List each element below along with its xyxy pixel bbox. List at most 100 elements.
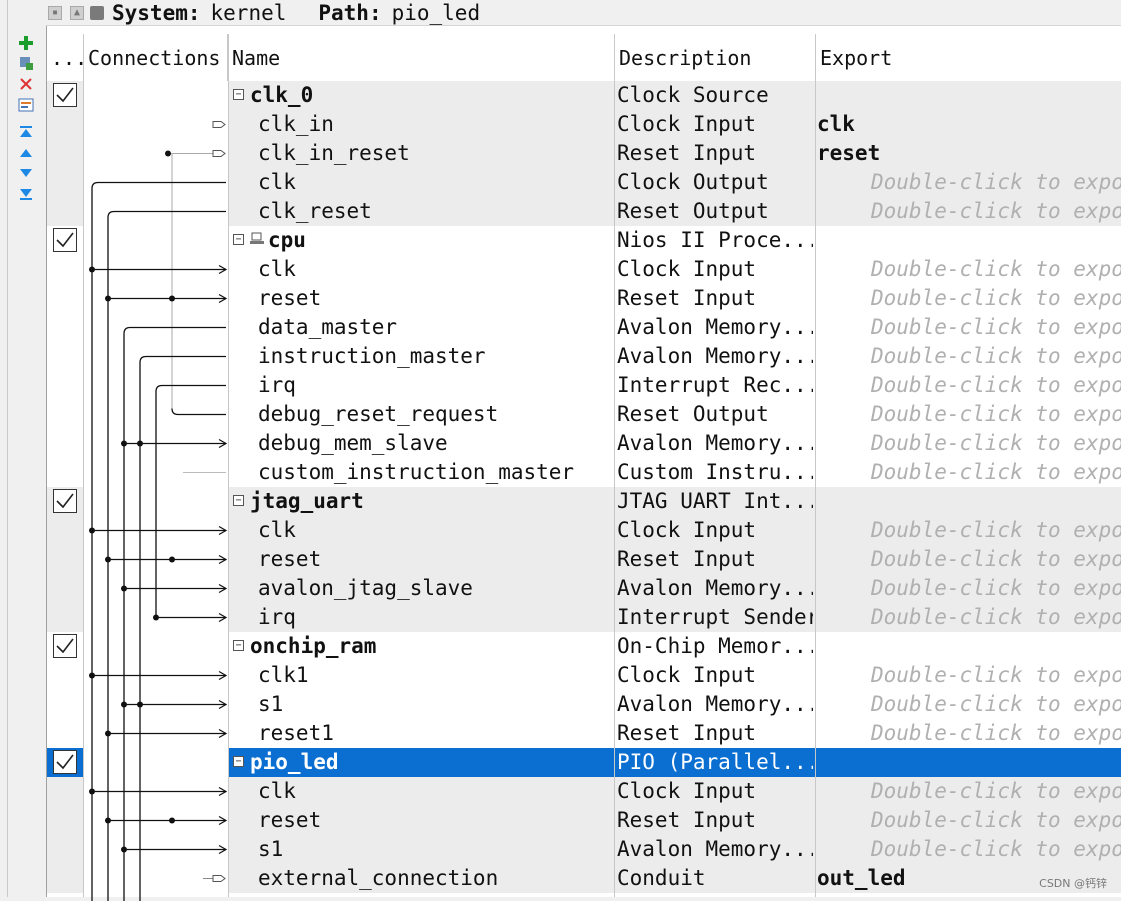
connection-dot[interactable] xyxy=(105,556,111,563)
export-cell[interactable]: Double-click to expo xyxy=(871,661,1121,690)
name-cell[interactable]: reset xyxy=(258,545,321,574)
move-up-icon[interactable] xyxy=(17,144,35,162)
name-cell[interactable]: s1 xyxy=(258,835,283,864)
name-cell[interactable]: clk_in_reset xyxy=(258,139,410,168)
export-cell[interactable]: Double-click to expo xyxy=(871,516,1121,545)
export-cell[interactable] xyxy=(817,81,1117,110)
export-cell[interactable]: Double-click to expo xyxy=(871,313,1121,342)
remove-icon[interactable] xyxy=(17,75,35,93)
export-cell[interactable]: Double-click to expo xyxy=(871,255,1121,284)
connections-graph[interactable] xyxy=(83,81,228,901)
connection-dot[interactable] xyxy=(89,266,95,273)
name-cell[interactable]: reset1 xyxy=(258,719,334,748)
name-cell[interactable]: − onchip_ram xyxy=(233,632,376,661)
export-cell[interactable]: Double-click to expo xyxy=(871,574,1121,603)
add-icon[interactable] xyxy=(17,34,35,52)
connection-dot[interactable] xyxy=(89,788,95,795)
name-cell[interactable]: clk_in xyxy=(258,110,334,139)
connection-dot[interactable] xyxy=(165,150,171,157)
use-checkbox[interactable] xyxy=(53,750,77,774)
import-icon[interactable] xyxy=(17,54,35,72)
use-checkbox[interactable] xyxy=(53,634,77,658)
export-cell[interactable] xyxy=(817,226,1117,255)
use-checkbox[interactable] xyxy=(53,83,77,107)
move-top-icon[interactable] xyxy=(17,123,35,141)
connection-dot[interactable] xyxy=(105,817,111,824)
connection-dot[interactable] xyxy=(105,295,111,302)
name-cell[interactable]: clk_reset xyxy=(258,197,372,226)
name-cell[interactable]: debug_reset_request xyxy=(258,400,498,429)
connection-dot[interactable] xyxy=(169,817,175,824)
column-header-use[interactable]: ... xyxy=(47,34,84,81)
export-cell[interactable] xyxy=(817,487,1117,516)
name-cell[interactable]: reset xyxy=(258,284,321,313)
export-cell[interactable]: Double-click to expo xyxy=(871,458,1121,487)
connection-dot[interactable] xyxy=(121,585,127,592)
export-cell[interactable] xyxy=(817,748,1117,777)
connection-dot[interactable] xyxy=(89,672,95,679)
export-cell[interactable]: Double-click to expo xyxy=(871,284,1121,313)
connection-dot[interactable] xyxy=(89,527,95,534)
name-cell[interactable]: − cpu xyxy=(233,226,306,255)
name-cell[interactable]: − pio_led xyxy=(233,748,339,777)
export-cell[interactable]: Double-click to expo xyxy=(871,429,1121,458)
name-cell[interactable]: clk xyxy=(258,255,296,284)
collapse-toggle-icon[interactable]: − xyxy=(233,755,244,767)
connection-dot[interactable] xyxy=(137,440,143,447)
name-cell[interactable]: − jtag_uart xyxy=(233,487,364,516)
export-cell[interactable]: clk xyxy=(817,110,1117,139)
up-button[interactable]: ▲ xyxy=(70,5,84,20)
name-cell[interactable]: custom_instruction_master xyxy=(258,458,574,487)
name-cell[interactable]: clk1 xyxy=(258,661,309,690)
export-cell[interactable]: Double-click to expo xyxy=(871,371,1121,400)
connection-dot[interactable] xyxy=(105,730,111,737)
name-cell[interactable]: data_master xyxy=(258,313,397,342)
export-cell[interactable]: Double-click to expo xyxy=(871,719,1121,748)
use-checkbox[interactable] xyxy=(53,228,77,252)
move-down-icon[interactable] xyxy=(17,164,35,182)
collapse-all-button[interactable]: ▪ xyxy=(48,5,62,20)
name-cell[interactable]: irq xyxy=(258,371,296,400)
collapse-toggle-icon[interactable]: − xyxy=(233,494,244,506)
name-cell[interactable]: debug_mem_slave xyxy=(258,429,448,458)
name-cell[interactable]: clk xyxy=(258,777,296,806)
connection-dot[interactable] xyxy=(121,440,127,447)
column-header-connections[interactable]: Connections xyxy=(84,34,228,81)
export-cell[interactable]: Double-click to expo xyxy=(871,603,1121,632)
connection-dot[interactable] xyxy=(121,701,127,708)
export-cell[interactable]: Double-click to expo xyxy=(871,342,1121,371)
use-checkbox[interactable] xyxy=(53,489,77,513)
move-bottom-icon[interactable] xyxy=(17,185,35,203)
export-cell[interactable]: Double-click to expo xyxy=(871,400,1121,429)
collapse-toggle-icon[interactable]: − xyxy=(233,233,244,245)
name-cell[interactable]: irq xyxy=(258,603,296,632)
name-cell[interactable]: − clk_0 xyxy=(233,81,313,110)
connection-dot[interactable] xyxy=(169,295,175,302)
name-cell[interactable]: reset xyxy=(258,806,321,835)
column-header-description[interactable]: Description xyxy=(615,34,816,81)
name-cell[interactable]: external_connection xyxy=(258,864,498,893)
export-cell[interactable]: Double-click to expo xyxy=(871,690,1121,719)
export-cell[interactable]: Double-click to expo xyxy=(871,197,1121,226)
export-cell[interactable]: reset xyxy=(817,139,1117,168)
export-cell[interactable]: Double-click to expo xyxy=(871,777,1121,806)
name-cell[interactable]: instruction_master xyxy=(258,342,486,371)
connection-dot[interactable] xyxy=(153,614,159,621)
export-cell[interactable]: Double-click to expo xyxy=(871,168,1121,197)
connection-dot[interactable] xyxy=(169,556,175,563)
collapse-toggle-icon[interactable]: − xyxy=(233,88,244,100)
connection-dot[interactable] xyxy=(121,846,127,853)
name-cell[interactable]: clk xyxy=(258,516,296,545)
name-cell[interactable]: clk xyxy=(258,168,296,197)
name-cell[interactable]: avalon_jtag_slave xyxy=(258,574,473,603)
export-cell[interactable] xyxy=(817,632,1117,661)
export-cell[interactable]: Double-click to expo xyxy=(871,835,1121,864)
export-cell[interactable]: Double-click to expo xyxy=(871,806,1121,835)
collapse-toggle-icon[interactable]: − xyxy=(233,639,244,651)
connection-dot[interactable] xyxy=(137,701,143,708)
name-cell[interactable]: s1 xyxy=(258,690,283,719)
edit-icon[interactable] xyxy=(17,96,35,114)
column-header-name[interactable]: Name xyxy=(228,34,615,81)
column-header-export[interactable]: Export xyxy=(816,34,1121,81)
export-cell[interactable]: Double-click to expo xyxy=(871,545,1121,574)
